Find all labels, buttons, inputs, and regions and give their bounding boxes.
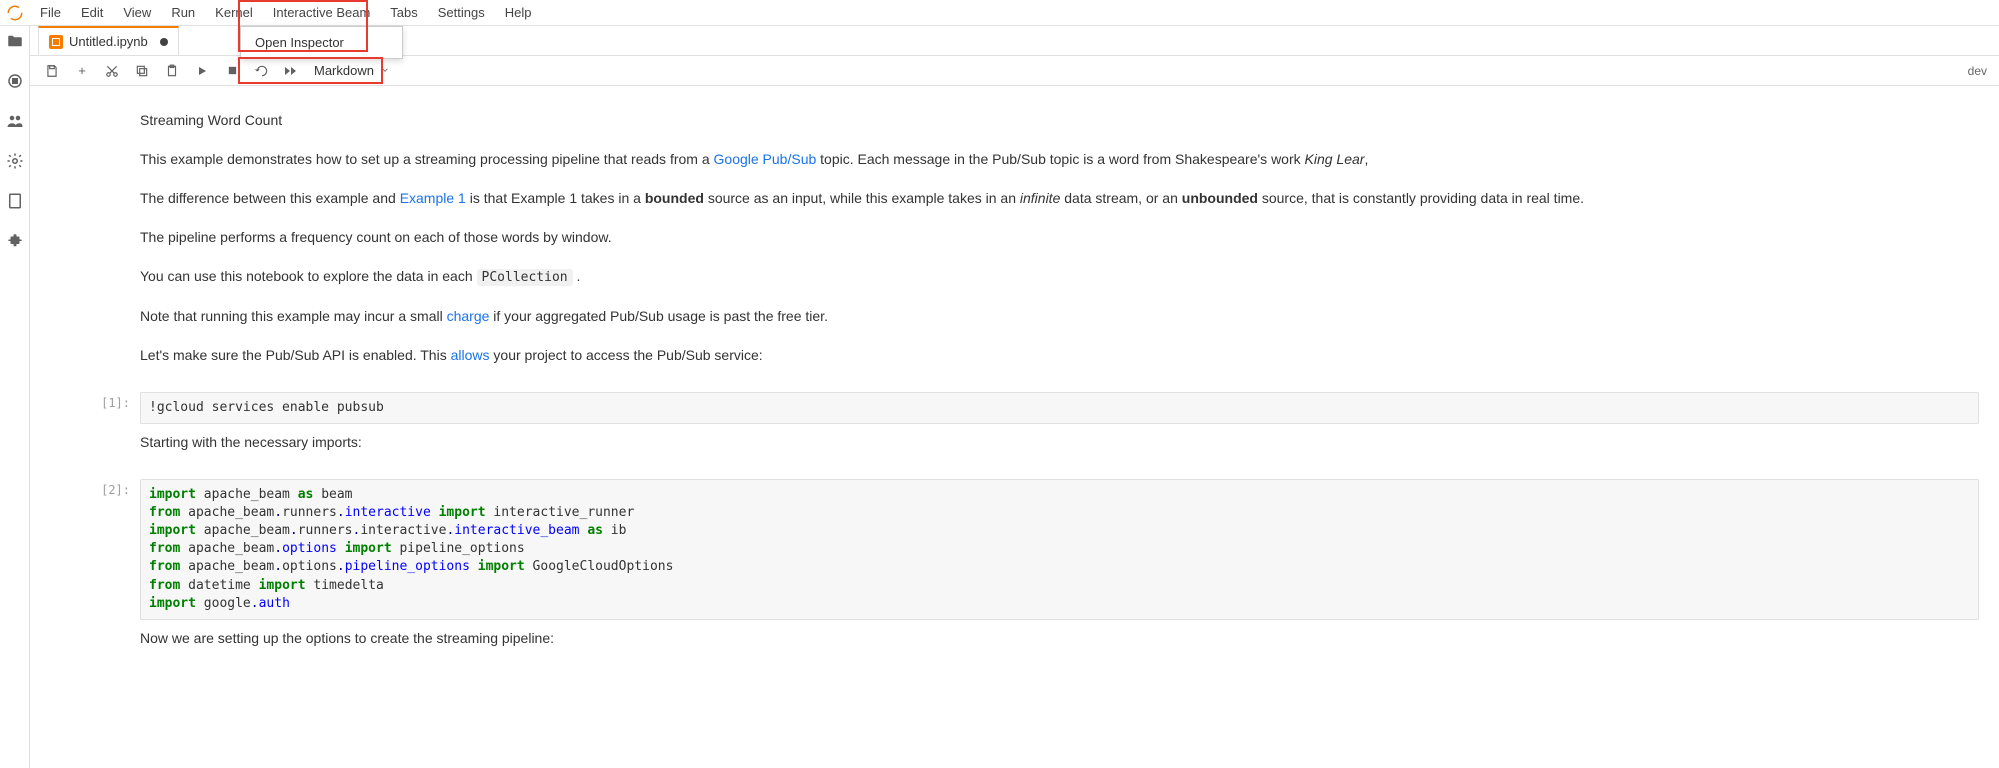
- doc-icon[interactable]: [6, 192, 24, 210]
- markdown-cell-imports[interactable]: Starting with the necessary imports:: [140, 432, 1999, 471]
- copy-button[interactable]: [128, 59, 156, 83]
- paste-button[interactable]: [158, 59, 186, 83]
- top-menubar: File Edit View Run Kernel Interactive Be…: [0, 0, 1999, 26]
- link-charge[interactable]: charge: [447, 308, 490, 324]
- menu-interactive-beam[interactable]: Interactive Beam: [263, 0, 381, 25]
- menu-edit[interactable]: Edit: [71, 0, 113, 25]
- dropdown-open-inspector[interactable]: Open Inspector: [241, 27, 402, 58]
- md-p5: Note that running this example may incur…: [140, 306, 1979, 327]
- md-p7: Starting with the necessary imports:: [140, 432, 1979, 453]
- restart-run-all-button[interactable]: [278, 59, 306, 83]
- running-icon[interactable]: [6, 72, 24, 90]
- code-cell-1[interactable]: !gcloud services enable pubsub: [140, 392, 1999, 424]
- prompt-1: [1]:: [30, 392, 140, 424]
- md-p1: This example demonstrates how to set up …: [140, 149, 1979, 170]
- puzzle-icon[interactable]: [6, 232, 24, 250]
- stop-button[interactable]: [218, 59, 246, 83]
- restart-button[interactable]: [248, 59, 276, 83]
- link-pubsub[interactable]: Google Pub/Sub: [714, 151, 817, 167]
- chevron-down-icon: [380, 63, 390, 78]
- link-example1[interactable]: Example 1: [400, 190, 466, 206]
- md-p8: Now we are setting up the options to cre…: [140, 628, 1979, 649]
- md-title: Streaming Word Count: [140, 110, 1979, 131]
- jupyter-logo: [0, 0, 30, 26]
- prompt-empty: [30, 110, 140, 384]
- code-input-1[interactable]: !gcloud services enable pubsub: [140, 392, 1979, 424]
- notebook-area[interactable]: Streaming Word Count This example demons…: [30, 86, 1999, 768]
- folder-icon[interactable]: [6, 32, 24, 50]
- md-p3: The pipeline performs a frequency count …: [140, 227, 1979, 248]
- menu-kernel[interactable]: Kernel: [205, 0, 263, 25]
- md-p6: Let's make sure the Pub/Sub API is enabl…: [140, 345, 1979, 366]
- menu-view[interactable]: View: [113, 0, 161, 25]
- toolbar-right-label: dev: [1968, 64, 1991, 78]
- tab-notebook[interactable]: Untitled.ipynb: [38, 26, 179, 55]
- menu-settings[interactable]: Settings: [428, 0, 495, 25]
- save-button[interactable]: [38, 59, 66, 83]
- notebook-icon: [49, 35, 63, 49]
- code-cell-2[interactable]: import apache_beam as beam from apache_b…: [140, 479, 1999, 620]
- menu-file[interactable]: File: [30, 0, 71, 25]
- tab-title: Untitled.ipynb: [69, 34, 148, 49]
- md-p4: You can use this notebook to explore the…: [140, 266, 1979, 288]
- gear-icon[interactable]: [6, 152, 24, 170]
- menu-tabs[interactable]: Tabs: [380, 0, 427, 25]
- unsaved-indicator: [160, 38, 168, 46]
- insert-cell-button[interactable]: +: [68, 59, 96, 83]
- code-input-2[interactable]: import apache_beam as beam from apache_b…: [140, 479, 1979, 620]
- prompt-2: [2]:: [30, 479, 140, 620]
- run-button[interactable]: [188, 59, 216, 83]
- md-p2: The difference between this example and …: [140, 188, 1979, 209]
- menu-run[interactable]: Run: [161, 0, 205, 25]
- interactive-beam-dropdown: Open Inspector: [240, 26, 403, 59]
- link-allows[interactable]: allows: [451, 347, 490, 363]
- cell-type-label: Markdown: [314, 63, 374, 78]
- markdown-cell[interactable]: Streaming Word Count This example demons…: [140, 110, 1999, 384]
- cell-type-select[interactable]: Markdown: [308, 63, 396, 78]
- cut-button[interactable]: [98, 59, 126, 83]
- markdown-cell-options[interactable]: Now we are setting up the options to cre…: [140, 628, 1999, 667]
- left-rail: [0, 0, 30, 768]
- users-icon[interactable]: [6, 112, 24, 130]
- menu-help[interactable]: Help: [495, 0, 542, 25]
- toolbar: + Markdown dev: [30, 56, 1999, 86]
